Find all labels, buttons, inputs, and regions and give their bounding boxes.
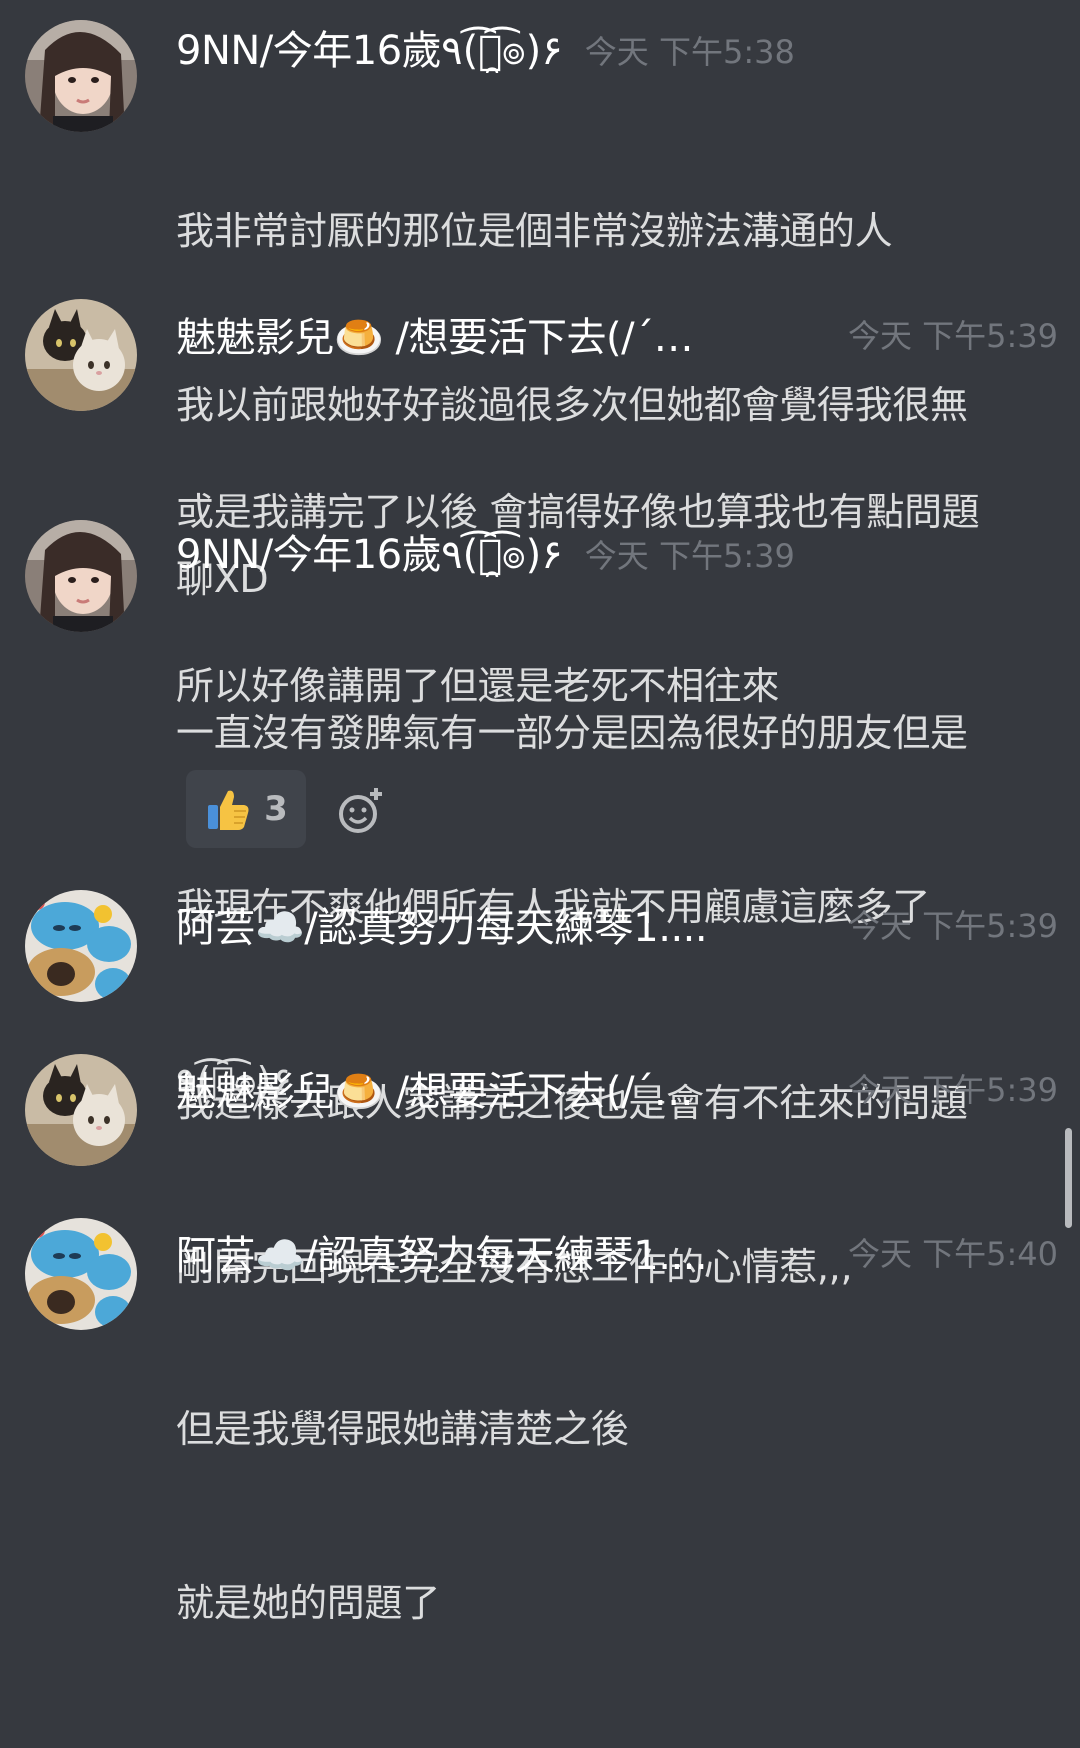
username[interactable]: 9NN/今年16歲٩(͡๏̯͡๏)۶ [176,18,563,82]
username[interactable]: 9NN/今年16歲٩(͡๏̯͡๏)۶ [176,522,563,586]
reaction-thumbs-up[interactable]: 3 [186,770,306,848]
timestamp: 今天 下午5:38 [584,33,795,71]
timestamp: 今天 下午5:39 [847,317,1058,355]
username[interactable]: 魅魅影兒🍮 /想要活下去(/´… [176,1059,693,1117]
message-line: 我非常討厭的那位是個非常沒辦法溝通的人 [176,209,893,253]
message-line: 一直沒有發脾氣有一部分是因為很好的朋友但是 [176,711,968,755]
message-line: 就是她的問題了 [176,1581,440,1625]
username[interactable]: 阿芸☁️/認真努力每天練琴1.... [176,1223,707,1281]
avatar[interactable] [25,890,137,1002]
thumbs-up-icon [208,790,249,830]
username[interactable]: 魅魅影兒🍮 /想要活下去(/´… [176,305,693,363]
timestamp: 今天 下午5:39 [847,907,1058,945]
message-line: 但是我覺得跟她講清楚之後 [176,1407,629,1451]
avatar[interactable] [25,20,137,132]
avatar[interactable] [25,520,137,632]
avatar[interactable] [25,299,137,411]
username[interactable]: 阿芸☁️/認真努力每天練琴1.... [176,895,707,953]
message-header: 9NN/今年16歲٩(͡๏̯͡๏)۶ 今天 下午5:38 [176,20,1058,80]
avatar[interactable] [25,1054,137,1166]
message-header: 阿芸☁️/認真努力每天練琴1.... 今天 下午5:40 [176,1222,1058,1282]
avatar[interactable] [25,1218,137,1330]
timestamp: 今天 下午5:40 [847,1235,1058,1273]
message-header: 阿芸☁️/認真努力每天練琴1.... 今天 下午5:39 [176,894,1058,954]
timestamp: 今天 下午5:39 [847,1071,1058,1109]
message-text: 但是我覺得跟她講清楚之後 就是她的問題了 [176,1284,1056,1748]
timestamp: 今天 下午5:39 [584,537,795,575]
message-header: 9NN/今年16歲٩(͡๏̯͡๏)۶ 今天 下午5:39 [176,524,1058,584]
add-reaction-icon[interactable] [336,786,386,836]
message-header: 魅魅影兒🍮 /想要活下去(/´… 今天 下午5:39 [176,1058,1058,1118]
reaction-count: 3 [264,789,288,829]
message-header: 魅魅影兒🍮 /想要活下去(/´… 今天 下午5:39 [176,304,1058,364]
scrollbar[interactable] [1065,1128,1072,1228]
